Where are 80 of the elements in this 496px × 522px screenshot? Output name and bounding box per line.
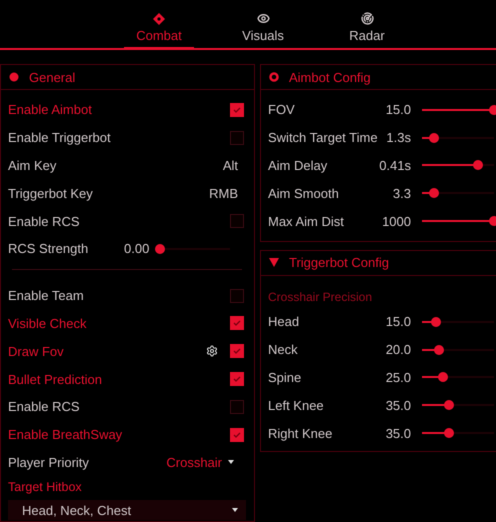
section-label: Crosshair Precision <box>268 288 374 306</box>
hitbox-select[interactable]: Head, Neck, Chest <box>8 500 246 520</box>
tab[interactable]: Visuals <box>228 0 298 50</box>
slider-thumb[interactable] <box>431 316 442 327</box>
slider-label: Left Knee <box>268 398 325 413</box>
option-label: Triggerbot Key <box>8 186 94 201</box>
slider-thumb[interactable] <box>429 188 440 198</box>
checkbox[interactable] <box>230 214 244 228</box>
settings-icon[interactable] <box>206 345 218 358</box>
target-icon <box>269 72 279 82</box>
check-icon <box>233 106 241 114</box>
option-label: Visible Check <box>8 316 88 331</box>
slider-label: Aim Smooth <box>268 186 340 201</box>
triangle-icon <box>269 258 279 268</box>
slider-thumb[interactable] <box>444 428 454 438</box>
tab[interactable]: Radar <box>332 0 402 50</box>
option-label: RCS Strength <box>8 241 90 256</box>
caret-icon <box>228 460 234 464</box>
slider-thumb[interactable] <box>438 372 448 382</box>
key-binding[interactable]: Alt <box>222 158 246 173</box>
slider-label: Neck <box>268 342 299 358</box>
slider-value: 15.0 <box>386 102 411 118</box>
checkbox[interactable] <box>230 316 244 330</box>
slider-label: Right Knee <box>268 426 334 441</box>
diamond-icon <box>153 13 165 25</box>
slider-value: 25.0 <box>386 370 411 385</box>
slider-value: 15.0 <box>386 314 411 330</box>
slider-label: FOV <box>268 102 296 118</box>
priority-dropdown[interactable]: Crosshair <box>166 454 222 470</box>
slider-value: 3.3 <box>392 186 411 201</box>
slider-value: 0.41s <box>379 158 411 173</box>
slider-value: 1.3s <box>386 130 411 146</box>
checkbox[interactable] <box>230 428 244 442</box>
eye-icon <box>256 12 270 25</box>
slider-label: Switch Target Time <box>268 130 379 146</box>
slider-label: Spine <box>268 370 302 385</box>
caret-icon <box>232 508 238 512</box>
option-label: Enable RCS <box>8 214 81 229</box>
slider-value: 1000 <box>382 214 411 229</box>
slider-label: Head <box>268 314 300 330</box>
option-label: Aim Key <box>8 158 58 173</box>
panel-title: Aimbot Config <box>289 70 371 84</box>
slider-thumb[interactable] <box>489 216 496 226</box>
checkbox[interactable] <box>230 102 244 117</box>
checkbox[interactable] <box>230 400 244 414</box>
dot-icon <box>9 72 19 82</box>
slider-value: 35.0 <box>386 426 411 441</box>
slider-thumb[interactable] <box>429 132 440 143</box>
slider-thumb[interactable] <box>434 344 444 355</box>
option-label: Enable RCS <box>8 399 81 414</box>
checkbox[interactable] <box>230 130 244 145</box>
option-label: Enable Triggerbot <box>8 130 112 146</box>
checkbox[interactable] <box>230 288 244 303</box>
section-label: Target Hitbox <box>8 480 82 494</box>
tab[interactable]: Combat <box>124 0 194 50</box>
slider-label: Max Aim Dist <box>268 214 345 229</box>
key-binding[interactable]: RMB <box>209 186 246 201</box>
panel-title: Triggerbot Config <box>289 255 389 270</box>
check-icon <box>233 347 241 356</box>
option-label: Enable Team <box>8 288 85 304</box>
check-icon <box>233 375 241 384</box>
check-icon <box>233 319 241 328</box>
slider-thumb[interactable] <box>473 160 484 170</box>
option-label: Enable BreathSway <box>8 427 124 442</box>
slider-value: 35.0 <box>386 398 411 413</box>
option-label: Bullet Prediction <box>8 372 103 387</box>
option-label: Enable Aimbot <box>8 102 93 118</box>
option-label: Draw Fov <box>8 344 65 359</box>
radar-icon <box>360 12 374 25</box>
panel-title: General <box>29 70 76 84</box>
option-label: Player Priority <box>8 454 90 470</box>
checkbox[interactable] <box>230 344 244 358</box>
slider-thumb[interactable] <box>489 104 496 115</box>
checkbox[interactable] <box>230 372 244 386</box>
slider-thumb[interactable] <box>155 244 166 254</box>
slider-value: 0.00 <box>124 241 150 256</box>
slider-label: Aim Delay <box>268 158 328 173</box>
slider-value: 20.0 <box>386 342 411 358</box>
check-icon <box>233 430 241 439</box>
slider-thumb[interactable] <box>444 400 454 410</box>
